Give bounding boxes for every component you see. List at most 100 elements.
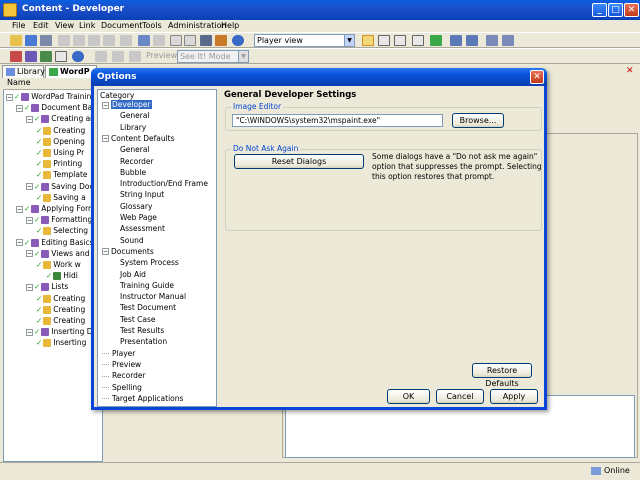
category-item[interactable]: Introduction/End Frame bbox=[120, 179, 208, 189]
tree-node[interactable]: ✓ Creating bbox=[36, 125, 85, 136]
category-item[interactable]: Assessment bbox=[120, 224, 165, 234]
collapse-icon[interactable]: − bbox=[26, 328, 33, 336]
tree-node[interactable]: ✓ Hidi bbox=[46, 270, 78, 281]
collapse-icon[interactable]: − bbox=[26, 183, 33, 191]
collapse-icon[interactable]: − bbox=[26, 216, 33, 224]
category-item[interactable]: String Input bbox=[120, 190, 164, 200]
document-icon[interactable] bbox=[55, 51, 67, 62]
collapse-icon[interactable]: − bbox=[102, 101, 109, 109]
tree-node[interactable]: − ✓ WordPad Training bbox=[6, 91, 96, 102]
tree-node[interactable]: ✓ Selecting bbox=[36, 225, 88, 236]
category-tree[interactable]: Category − Developer General Library − Conten… bbox=[97, 89, 217, 407]
category-item[interactable]: Job Aid bbox=[120, 270, 146, 280]
restore-defaults-button[interactable]: Restore Defaults bbox=[472, 363, 532, 388]
browse-button[interactable]: Browse... bbox=[452, 113, 504, 128]
copy-icon[interactable] bbox=[73, 35, 85, 46]
collapse-icon[interactable]: − bbox=[16, 239, 23, 247]
menu-help[interactable]: Help bbox=[221, 21, 239, 30]
tree-node[interactable]: ✓ Work w bbox=[36, 259, 81, 270]
maximize-button[interactable]: □ bbox=[608, 3, 623, 17]
category-item[interactable]: Recorder bbox=[102, 371, 146, 381]
collapse-icon[interactable]: − bbox=[102, 135, 109, 143]
cancel-button[interactable]: Cancel bbox=[436, 389, 484, 404]
reset-dialogs-button[interactable]: Reset Dialogs bbox=[234, 154, 364, 169]
spelling-icon[interactable] bbox=[215, 35, 227, 46]
tab-wordpad[interactable]: WordP bbox=[45, 65, 97, 78]
collapse-icon[interactable]: − bbox=[26, 250, 33, 258]
tree-node[interactable]: ✓ Inserting bbox=[36, 337, 86, 348]
category-item[interactable]: Web Page bbox=[120, 213, 157, 223]
tree-node[interactable]: − ✓ Editing Basics bbox=[16, 237, 94, 248]
category-item[interactable]: System Process bbox=[120, 258, 179, 268]
menu-document[interactable]: Document bbox=[101, 21, 142, 30]
delete-icon[interactable] bbox=[103, 35, 115, 46]
menu-view[interactable]: View bbox=[55, 21, 74, 30]
find-icon[interactable] bbox=[200, 35, 212, 46]
category-item[interactable]: Recorder bbox=[120, 157, 154, 167]
layout-3-icon[interactable] bbox=[394, 35, 406, 46]
category-item[interactable]: Test Case bbox=[120, 315, 156, 325]
menu-file[interactable]: File bbox=[12, 21, 25, 30]
layout-4-icon[interactable] bbox=[412, 35, 424, 46]
expand-icon[interactable] bbox=[170, 35, 182, 46]
category-item[interactable]: − Developer bbox=[102, 100, 152, 110]
category-item[interactable]: Library bbox=[120, 123, 146, 133]
category-item[interactable]: Bubble bbox=[120, 168, 146, 178]
collapse-icon[interactable]: − bbox=[16, 104, 23, 112]
tree-node[interactable]: − ✓ Applying Forma bbox=[16, 203, 100, 214]
menu-tools[interactable]: Tools bbox=[142, 21, 162, 30]
tree-node[interactable]: − ✓ Creating an bbox=[26, 113, 95, 124]
dialog-close-button[interactable]: ✕ bbox=[530, 70, 544, 84]
record-icon[interactable] bbox=[10, 51, 22, 62]
layout-2-icon[interactable] bbox=[378, 35, 390, 46]
category-item[interactable]: General bbox=[120, 145, 150, 155]
category-item[interactable]: Sound bbox=[120, 236, 144, 246]
collapse-icon[interactable]: − bbox=[26, 115, 33, 123]
tree-node[interactable]: − ✓ Document Basic bbox=[16, 102, 102, 113]
collapse-icon[interactable]: − bbox=[26, 283, 33, 291]
nav-back-icon[interactable] bbox=[95, 51, 107, 62]
category-item[interactable]: − Documents bbox=[102, 247, 154, 257]
tree-node[interactable]: ✓ Creating bbox=[36, 315, 85, 326]
paste-icon[interactable] bbox=[88, 35, 100, 46]
tree-node[interactable]: − ✓ Lists bbox=[26, 281, 68, 292]
dialog-title-bar[interactable]: Options bbox=[91, 68, 547, 86]
category-item[interactable]: Glossary bbox=[120, 202, 152, 212]
tree-node[interactable]: ✓ Template bbox=[36, 169, 88, 180]
tree-node[interactable]: ✓ Opening bbox=[36, 136, 85, 147]
category-item[interactable]: − Content Defaults bbox=[102, 134, 175, 144]
package-icon[interactable] bbox=[25, 51, 37, 62]
column-header-name[interactable]: Name bbox=[3, 78, 103, 90]
new-icon[interactable] bbox=[10, 35, 22, 46]
properties-icon[interactable] bbox=[120, 35, 132, 46]
tree-node[interactable]: ✓ Creating bbox=[36, 304, 85, 315]
window-title-bar[interactable]: Content - Developer _ □ ✕ bbox=[0, 0, 640, 20]
help-icon[interactable] bbox=[232, 35, 244, 46]
upload-icon[interactable] bbox=[466, 35, 478, 46]
image-editor-path-input[interactable]: "C:\WINDOWS\system32\mspaint.exe" bbox=[232, 114, 443, 127]
tree-node[interactable]: − ✓ Formatting bbox=[26, 214, 92, 225]
publish-content-icon[interactable] bbox=[40, 51, 52, 62]
category-item[interactable]: Spelling bbox=[102, 383, 142, 393]
ok-button[interactable]: OK bbox=[387, 389, 430, 404]
tree-node[interactable]: ✓ Printing bbox=[36, 158, 82, 169]
save-icon[interactable] bbox=[40, 35, 52, 46]
category-item[interactable]: Test Document bbox=[120, 303, 176, 313]
layout-1-icon[interactable] bbox=[362, 35, 374, 46]
category-item[interactable]: Instructor Manual bbox=[120, 292, 186, 302]
collapse-icon[interactable]: − bbox=[6, 93, 13, 101]
category-item[interactable]: Test Results bbox=[120, 326, 164, 336]
checkout-icon[interactable] bbox=[502, 35, 514, 46]
tree-node[interactable]: ✓ Creating bbox=[36, 293, 85, 304]
tree-node[interactable]: − ✓ Saving Doc bbox=[26, 181, 94, 192]
cut-icon[interactable] bbox=[58, 35, 70, 46]
tree-node[interactable]: ✓ Using Pr bbox=[36, 147, 84, 158]
tree-node[interactable]: − ✓ Views and T bbox=[26, 248, 96, 259]
nav-forward-icon[interactable] bbox=[112, 51, 124, 62]
help-dropdown-icon[interactable] bbox=[72, 51, 84, 62]
collapse-icon[interactable] bbox=[184, 35, 196, 46]
tree-node[interactable]: − ✓ Inserting Da bbox=[26, 326, 97, 337]
category-item[interactable]: Target Applications bbox=[102, 394, 183, 404]
menu-edit[interactable]: Edit bbox=[33, 21, 49, 30]
apply-button[interactable]: Apply bbox=[490, 389, 538, 404]
